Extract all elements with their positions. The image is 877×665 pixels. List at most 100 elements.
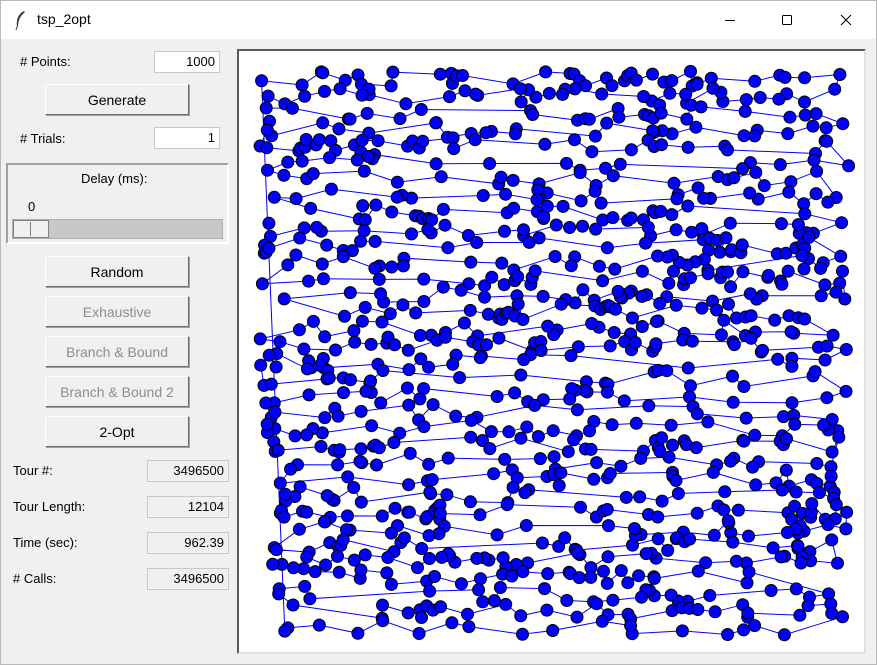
branch-bound-button[interactable]: Branch & Bound	[45, 336, 189, 367]
city-point	[262, 348, 276, 362]
city-point	[519, 519, 533, 532]
city-point	[304, 201, 318, 215]
city-point	[493, 581, 507, 594]
city-point	[260, 141, 274, 155]
city-point	[541, 319, 555, 333]
city-point	[635, 264, 649, 278]
exhaustive-button[interactable]: Exhaustive	[45, 296, 189, 327]
points-input[interactable]: 1000	[154, 51, 220, 73]
two-opt-button[interactable]: 2-Opt	[45, 416, 189, 447]
city-point	[574, 500, 587, 514]
city-point	[828, 82, 842, 96]
city-point	[691, 181, 705, 195]
city-point	[646, 67, 659, 81]
trials-input[interactable]: 1	[154, 127, 220, 149]
city-point	[441, 241, 455, 255]
city-point	[608, 262, 622, 276]
city-point	[487, 594, 501, 608]
city-point	[694, 100, 708, 114]
city-point	[266, 557, 280, 571]
city-point	[364, 337, 378, 351]
city-point	[726, 535, 740, 549]
city-point	[782, 185, 796, 199]
city-point	[401, 606, 415, 620]
tour-length-value: 12104	[147, 496, 229, 518]
title-bar[interactable]: tsp_2opt	[1, 1, 876, 39]
city-point	[561, 445, 575, 459]
city-point	[564, 349, 578, 363]
city-point	[433, 507, 447, 520]
city-point	[358, 548, 372, 562]
city-point	[775, 483, 789, 497]
city-point	[390, 190, 404, 204]
random-button[interactable]: Random	[45, 256, 189, 287]
city-point	[416, 134, 430, 148]
city-point	[641, 220, 655, 234]
city-point	[701, 415, 715, 429]
city-point	[384, 577, 398, 591]
city-point	[727, 171, 741, 185]
city-point	[316, 116, 330, 130]
feather-icon	[15, 11, 25, 30]
city-point	[773, 158, 787, 172]
city-point	[438, 330, 452, 344]
city-point	[402, 363, 416, 377]
city-point	[774, 550, 788, 564]
city-point	[667, 264, 680, 278]
city-point	[476, 189, 490, 202]
city-point	[376, 364, 390, 377]
city-point	[372, 441, 386, 455]
city-point	[587, 472, 601, 486]
city-point	[607, 326, 621, 339]
city-point	[413, 329, 427, 342]
city-point	[528, 264, 542, 278]
city-point	[691, 603, 705, 616]
city-point	[414, 352, 428, 366]
city-point	[288, 429, 302, 443]
tour-canvas[interactable]	[237, 49, 866, 654]
city-point	[528, 398, 542, 412]
city-point	[361, 150, 375, 163]
city-point	[286, 598, 300, 612]
maximize-button[interactable]	[764, 1, 810, 39]
city-point	[663, 86, 677, 100]
city-point	[457, 316, 471, 330]
city-point	[385, 260, 399, 274]
city-point	[573, 166, 587, 180]
city-point	[526, 108, 540, 121]
city-point	[661, 543, 675, 557]
city-point	[259, 396, 273, 410]
city-point	[684, 271, 697, 285]
city-point	[494, 170, 508, 184]
time-value: 962.39	[147, 532, 229, 554]
city-point	[402, 478, 416, 492]
city-point	[563, 221, 577, 234]
delay-slider-thumb[interactable]	[13, 220, 49, 238]
city-point	[548, 250, 562, 263]
city-point	[422, 529, 436, 543]
city-point	[464, 430, 478, 444]
city-point	[473, 351, 487, 365]
maximize-icon	[782, 15, 792, 25]
city-point	[549, 218, 563, 232]
time-label: Time (sec):	[13, 535, 78, 550]
city-point	[343, 286, 357, 300]
minimize-button[interactable]	[707, 1, 753, 39]
city-point	[629, 416, 643, 430]
city-point	[655, 138, 668, 152]
close-button[interactable]	[823, 1, 869, 39]
branch-bound-2-button[interactable]: Branch & Bound 2	[45, 376, 189, 407]
city-point	[337, 386, 350, 400]
points-label: # Points:	[20, 54, 71, 69]
city-point	[721, 628, 735, 641]
generate-button[interactable]: Generate	[45, 84, 189, 115]
city-point	[415, 542, 429, 555]
city-point	[809, 187, 823, 201]
city-point	[468, 133, 482, 147]
city-point	[628, 522, 641, 536]
city-point	[574, 194, 588, 208]
city-point	[625, 311, 639, 325]
city-point	[400, 381, 414, 395]
city-point	[387, 436, 401, 449]
city-point	[464, 255, 478, 269]
